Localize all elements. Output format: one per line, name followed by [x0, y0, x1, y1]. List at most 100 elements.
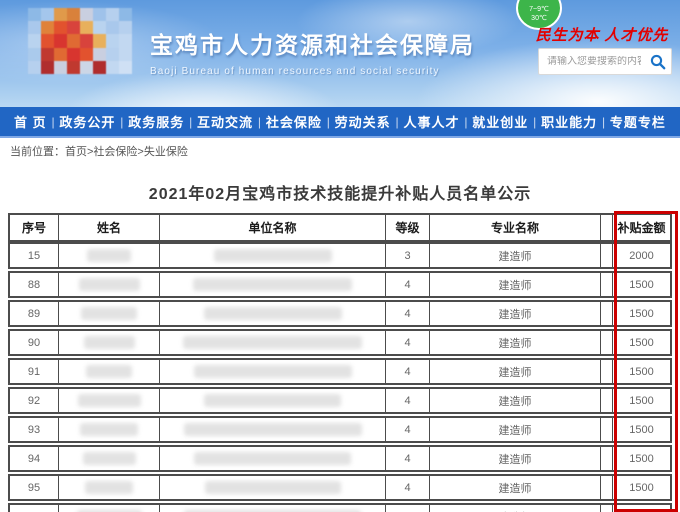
page: 宝鸡市人力资源和社会保障局 Baoji Bureau of human reso…	[0, 0, 680, 512]
redacted-name	[84, 336, 135, 349]
weather-line2: 30℃	[531, 14, 547, 23]
cell-name-redacted	[59, 505, 160, 512]
cell-seq: 89	[10, 302, 59, 325]
redacted-unit	[194, 365, 352, 378]
nav-item-3[interactable]: 互动交流	[197, 112, 253, 131]
cell-level: 4	[386, 389, 430, 412]
search-input[interactable]	[539, 56, 645, 67]
breadcrumb: 当前位置： 首页>社会保险>失业保险	[0, 138, 680, 164]
cell-level: 4	[386, 360, 430, 383]
redacted-unit	[184, 423, 362, 436]
redacted-unit	[193, 278, 352, 291]
breadcrumb-path[interactable]: 首页>社会保险>失业保险	[65, 143, 188, 159]
cell-name-redacted	[59, 476, 160, 499]
nav-item-4[interactable]: 社会保险	[266, 112, 322, 131]
table-row: 904建造师1500	[8, 329, 672, 356]
cell-empty	[601, 360, 613, 383]
cell-seq: 95	[10, 476, 59, 499]
nav-separator: |	[597, 115, 610, 129]
cell-major: 建造师	[430, 389, 601, 412]
nav-separator: |	[47, 115, 60, 129]
cell-seq: 94	[10, 447, 59, 470]
cell-major: 建造师	[430, 360, 601, 383]
cell-major: 建造师	[430, 476, 601, 499]
redacted-name	[78, 394, 141, 407]
nav-item-8[interactable]: 职业能力	[541, 112, 597, 131]
search-icon	[650, 54, 666, 70]
cell-seq: 96	[10, 505, 59, 512]
nav-separator: |	[391, 115, 404, 129]
cell-empty	[601, 331, 613, 354]
table-row: 91 4建造师 1500	[8, 358, 672, 385]
cell-amount: 2000	[613, 244, 670, 267]
cell-seq: 91	[10, 360, 59, 383]
site-title: 宝鸡市人力资源和社会保障局	[150, 26, 475, 60]
redacted-unit	[183, 336, 362, 349]
cell-empty	[601, 273, 613, 296]
cell-name-redacted	[59, 273, 160, 296]
cell-major: 建造师	[430, 505, 601, 512]
cell-level: 4	[386, 331, 430, 354]
weather-line1: 7~9℃	[529, 5, 549, 14]
nav-item-7[interactable]: 就业创业	[472, 112, 528, 131]
cell-empty	[601, 389, 613, 412]
cell-seq: 88	[10, 273, 59, 296]
cell-amount: 1500	[613, 418, 670, 441]
table-row: 954建造师1500	[8, 474, 672, 501]
nav-item-5[interactable]: 劳动关系	[335, 112, 391, 131]
nav-item-9[interactable]: 专题专栏	[610, 112, 666, 131]
cell-unit-redacted	[160, 505, 386, 512]
table-header-row: 序号姓名单位名称等级专业名称补贴金额	[8, 213, 672, 242]
cell-level: 4	[386, 273, 430, 296]
cell-amount: 1500	[613, 302, 670, 325]
search-button[interactable]	[645, 49, 671, 74]
table-row: 924建造师1500	[8, 387, 672, 414]
cell-level: 4	[386, 418, 430, 441]
nav-separator: |	[528, 115, 541, 129]
cell-level: 4	[386, 302, 430, 325]
nav-separator: |	[322, 115, 335, 129]
subsidy-table: 序号姓名单位名称等级专业名称补贴金额 153建造师2000884建造师15008…	[8, 213, 672, 512]
cell-unit-redacted	[160, 244, 386, 267]
cell-empty	[601, 505, 613, 512]
nav-separator: |	[460, 115, 473, 129]
cell-major: 建造师	[430, 418, 601, 441]
cell-amount: 1500	[613, 360, 670, 383]
redacted-name	[80, 423, 138, 436]
cell-empty	[601, 447, 613, 470]
cell-name-redacted	[59, 418, 160, 441]
nav-item-6[interactable]: 人事人才	[403, 112, 459, 131]
cell-name-redacted	[59, 244, 160, 267]
cell-unit-redacted	[160, 360, 386, 383]
cell-seq: 15	[10, 244, 59, 267]
column-header-3: 等级	[386, 215, 430, 240]
cell-empty	[601, 418, 613, 441]
table-row: 884建造师1500	[8, 271, 672, 298]
cell-unit-redacted	[160, 447, 386, 470]
page-title: 2021年02月宝鸡市技术技能提升补贴人员名单公示	[0, 180, 680, 204]
redacted-name	[86, 365, 132, 378]
site-titles: 宝鸡市人力资源和社会保障局 Baoji Bureau of human reso…	[150, 26, 475, 77]
cell-unit-redacted	[160, 389, 386, 412]
cell-unit-redacted	[160, 331, 386, 354]
cell-empty	[601, 244, 613, 267]
table-row: 894建造师1500	[8, 300, 672, 327]
table-body: 153建造师2000884建造师1500894建造师1500904建造师1500…	[8, 242, 672, 512]
cell-unit-redacted	[160, 418, 386, 441]
cell-unit-redacted	[160, 476, 386, 499]
cell-name-redacted	[59, 360, 160, 383]
cell-seq: 92	[10, 389, 59, 412]
cell-major: 建造师	[430, 447, 601, 470]
nav-item-1[interactable]: 政务公开	[59, 112, 115, 131]
nav-item-0[interactable]: 首 页	[14, 112, 47, 131]
cell-empty	[601, 302, 613, 325]
cell-major: 建造师	[430, 244, 601, 267]
column-header-1: 姓名	[59, 215, 160, 240]
nav-item-2[interactable]: 政务服务	[128, 112, 184, 131]
national-emblem-pixelated-logo	[28, 8, 132, 74]
cell-amount: 1500	[613, 273, 670, 296]
cell-major: 建造师	[430, 331, 601, 354]
cell-amount: 1500	[613, 505, 670, 512]
column-header-0: 序号	[10, 215, 59, 240]
breadcrumb-label: 当前位置：	[10, 143, 65, 159]
